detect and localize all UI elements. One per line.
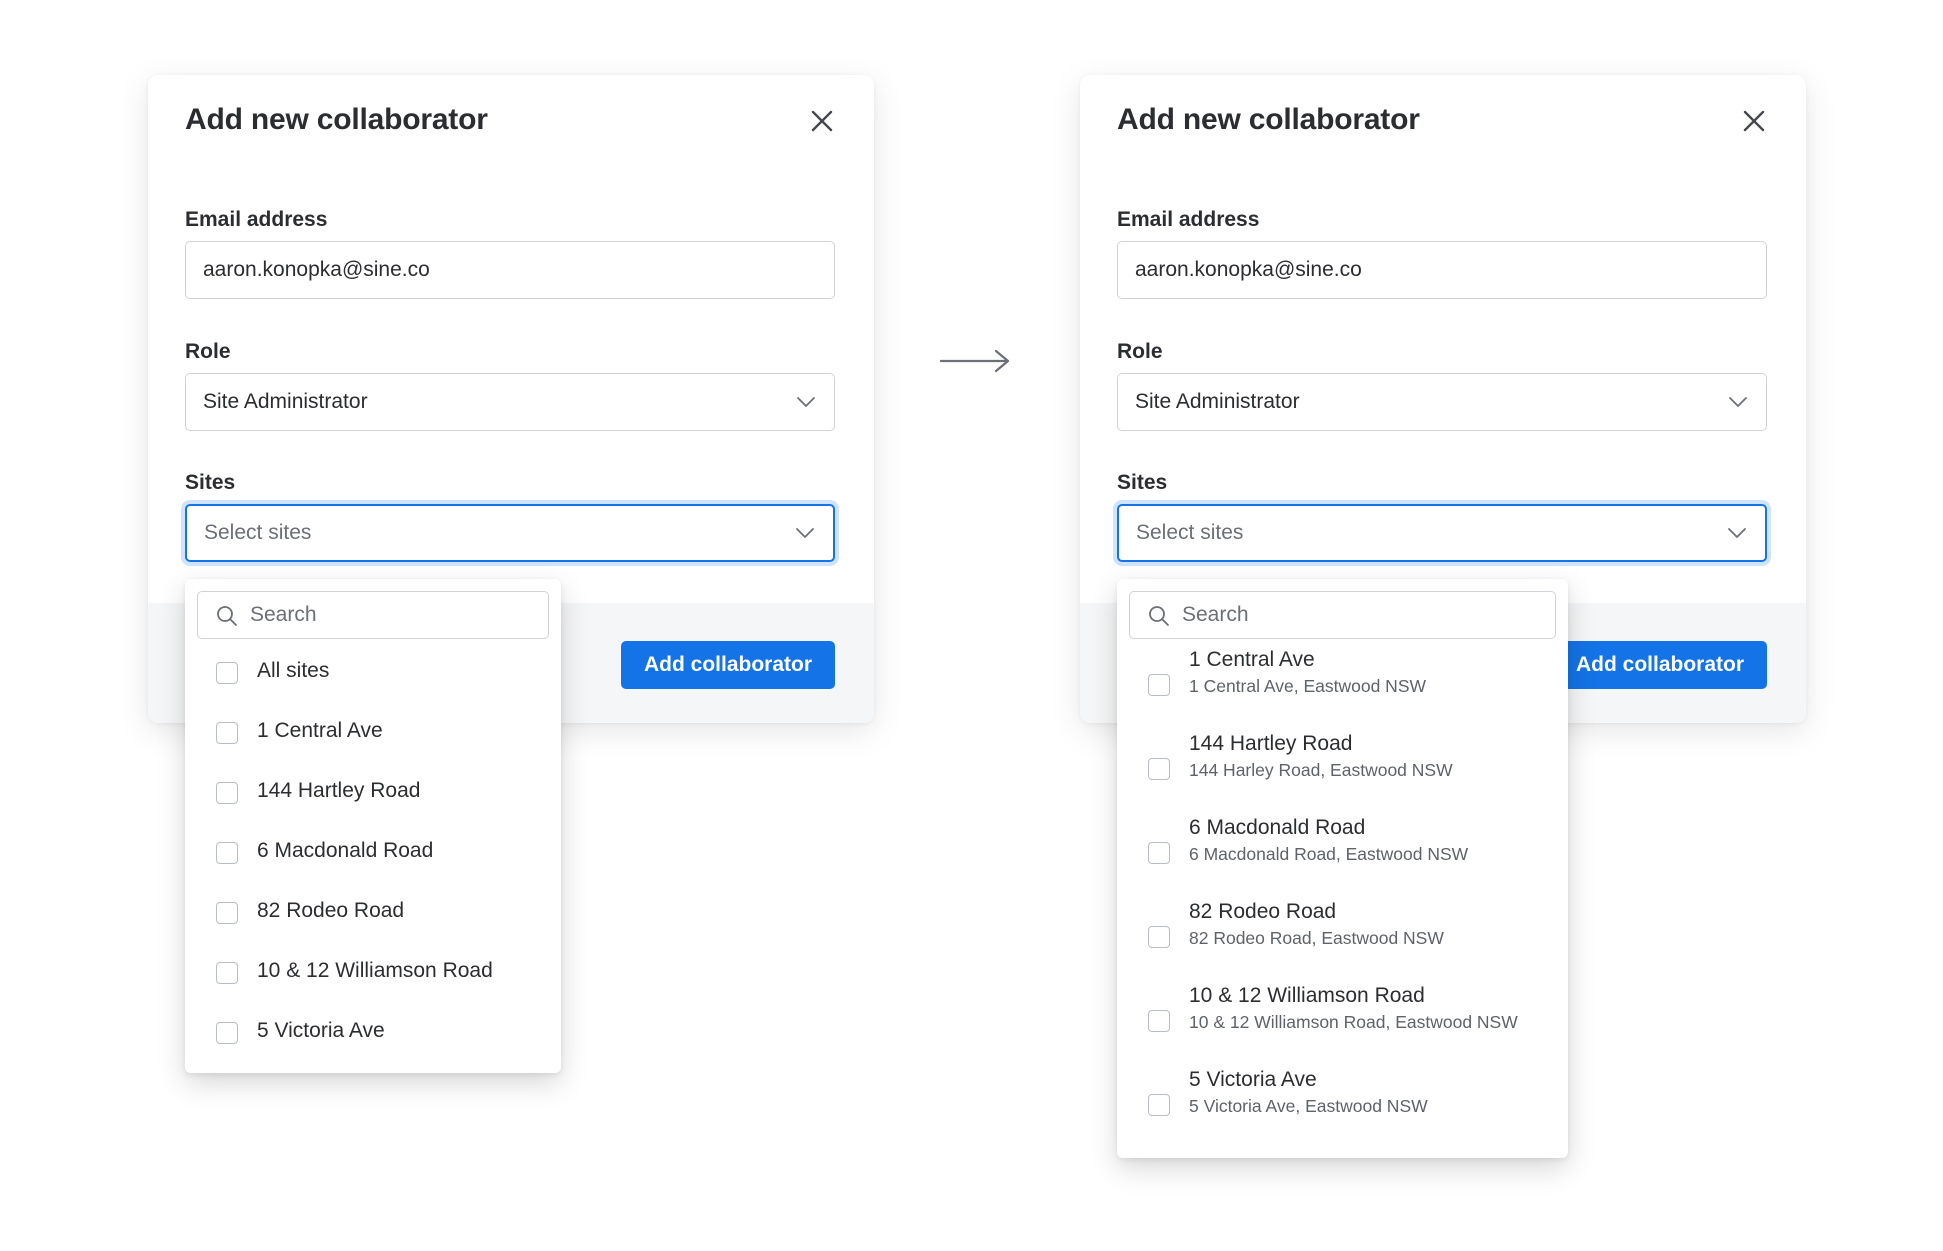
sites-placeholder: Select sites [204,521,312,544]
option-label: 144 Hartley Road [1189,732,1353,755]
role-label: Role [185,340,231,363]
role-value: Site Administrator [203,390,368,413]
search-placeholder: Search [250,603,317,626]
dialog-title: Add new collaborator [1117,103,1420,136]
email-value: aaron.konopka@sine.co [203,258,430,281]
checkbox[interactable] [216,782,238,804]
option-label: 1 Central Ave [257,719,383,742]
role-select[interactable]: Site Administrator [185,373,835,431]
email-field[interactable]: aaron.konopka@sine.co [185,241,835,299]
add-collaborator-button[interactable]: Add collaborator [1553,641,1767,689]
option-label: 10 & 12 Williamson Road [1189,984,1425,1007]
option-label: 5 Victoria Ave [257,1019,385,1042]
option-address: 144 Harley Road, Eastwood NSW [1189,760,1453,780]
sites-dropdown-after: Search 1 Central Ave 1 Central Ave, East… [1117,579,1568,1158]
option-label: 82 Rodeo Road [257,899,405,922]
sites-dropdown-before: Search All sites 1 Central Ave 144 Hartl… [185,579,561,1073]
sites-select[interactable]: Select sites [185,504,835,562]
checkbox[interactable] [216,962,238,984]
email-value: aaron.konopka@sine.co [1135,258,1362,281]
sites-placeholder: Select sites [1136,521,1244,544]
option-label: 5 Victoria Ave [1189,1068,1317,1091]
checkbox[interactable] [1148,1010,1170,1032]
option-label: 6 Macdonald Road [257,839,434,862]
checkbox[interactable] [1148,926,1170,948]
sites-select[interactable]: Select sites [1117,504,1767,562]
search-input[interactable]: Search [197,591,549,639]
option-address: 82 Rodeo Road, Eastwood NSW [1189,928,1444,948]
chevron-down-icon [796,528,814,538]
right-arrow-icon [940,349,1010,373]
search-icon [217,606,237,626]
add-collaborator-button[interactable]: Add collaborator [621,641,835,689]
option-label: 6 Macdonald Road [1189,816,1366,839]
chevron-down-icon [797,397,815,407]
sites-label: Sites [1117,471,1168,494]
option-label: 1 Central Ave [1189,648,1315,671]
chevron-down-icon [1728,528,1746,538]
comparison-stage: Add new collaborator Email address aaron… [0,0,1943,1251]
option-address: 5 Victoria Ave, Eastwood NSW [1189,1096,1428,1116]
option-address: 6 Macdonald Road, Eastwood NSW [1189,844,1469,864]
role-value: Site Administrator [1135,390,1300,413]
search-placeholder: Search [1182,603,1249,626]
email-label: Email address [1117,208,1260,231]
option-label: 144 Hartley Road [257,779,421,802]
email-label: Email address [185,208,328,231]
checkbox[interactable] [216,902,238,924]
option-label: All sites [257,659,330,682]
checkbox[interactable] [1148,842,1170,864]
option-label: 82 Rodeo Road [1189,900,1337,923]
checkbox[interactable] [216,1022,238,1044]
checkbox[interactable] [1148,674,1170,696]
option-address: 1 Central Ave, Eastwood NSW [1189,676,1427,696]
role-label: Role [1117,340,1163,363]
search-input[interactable]: Search [1129,591,1556,639]
close-icon[interactable] [1738,105,1770,137]
close-icon[interactable] [806,105,838,137]
checkbox[interactable] [216,722,238,744]
option-address: 10 & 12 Williamson Road, Eastwood NSW [1189,1012,1518,1032]
dialog-title: Add new collaborator [185,103,488,136]
checkbox[interactable] [1148,1094,1170,1116]
role-select[interactable]: Site Administrator [1117,373,1767,431]
search-icon [1149,606,1169,626]
option-label: 10 & 12 Williamson Road [257,959,493,982]
sites-label: Sites [185,471,236,494]
checkbox[interactable] [216,662,238,684]
checkbox[interactable] [216,842,238,864]
email-field[interactable]: aaron.konopka@sine.co [1117,241,1767,299]
checkbox[interactable] [1148,758,1170,780]
chevron-down-icon [1729,397,1747,407]
